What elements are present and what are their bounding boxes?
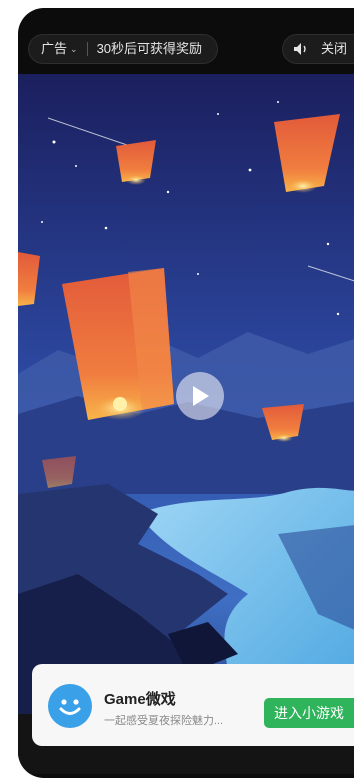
ad-label: 广告: [41, 41, 68, 56]
pill-divider: [86, 42, 88, 56]
game-avatar: [48, 684, 92, 728]
play-icon: [193, 386, 209, 406]
game-card[interactable]: Game微戏 一起感受夏夜探险魅力... 进入小游戏: [32, 664, 354, 746]
game-name: Game微戏: [104, 691, 176, 708]
phone-frame: 广告 ⌄ 30秒后可获得奖励 关闭 Game微戏 一起感受夏夜探险魅力... 进…: [18, 8, 354, 778]
chevron-down-icon: ⌄: [70, 44, 78, 54]
reward-countdown: 30秒后可获得奖励: [96, 41, 203, 56]
smiley-icon: [59, 699, 81, 715]
ad-info-pill[interactable]: 广告 ⌄ 30秒后可获得奖励: [28, 34, 218, 64]
close-ad-pill[interactable]: 关闭: [282, 34, 354, 64]
play-button[interactable]: [176, 372, 224, 420]
lantern-faded: [42, 456, 76, 488]
enter-mini-game-button[interactable]: 进入小游戏: [264, 698, 354, 728]
game-description: 一起感受夏夜探险魅力...: [104, 715, 224, 727]
speaker-icon[interactable]: [293, 42, 309, 56]
close-ad-label[interactable]: 关闭: [321, 34, 347, 64]
ad-top-bar: 广告 ⌄ 30秒后可获得奖励 关闭: [18, 34, 354, 74]
